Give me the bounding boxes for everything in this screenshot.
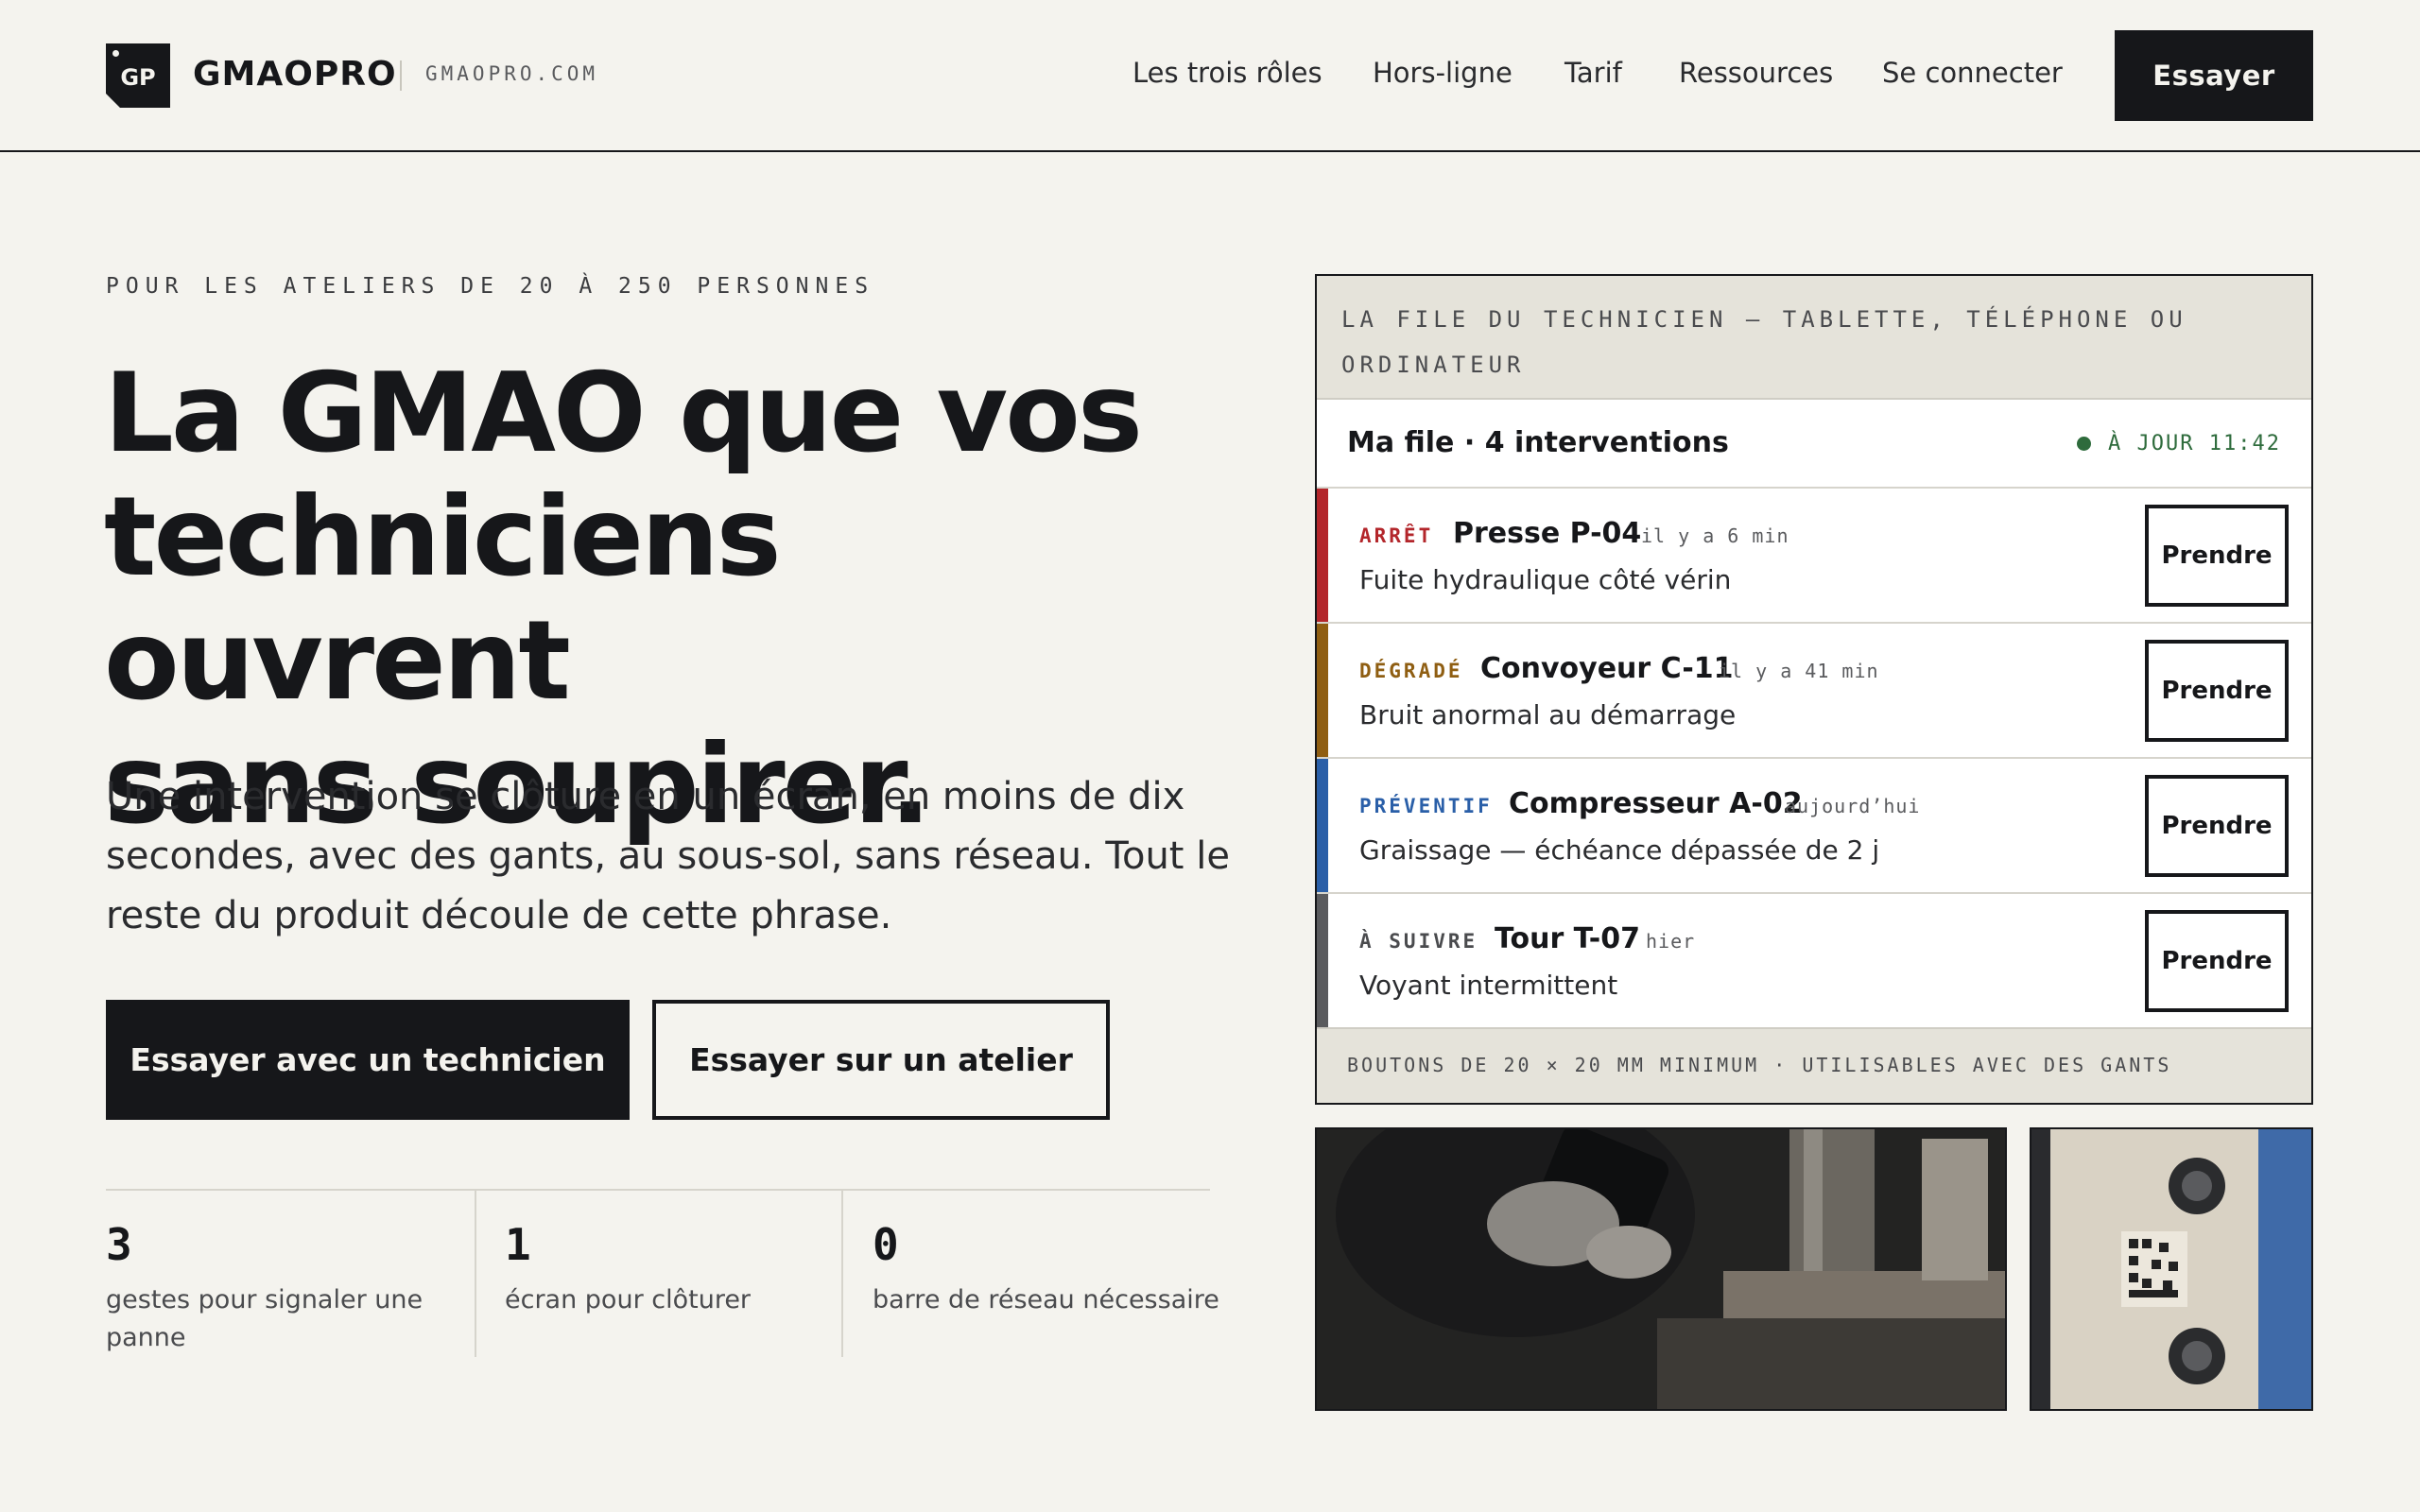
stats-rule <box>106 1189 1210 1191</box>
job-time: il y a 6 min <box>1641 524 1789 547</box>
nav-link-login[interactable]: Se connecter <box>1882 57 2063 89</box>
priority-tag: DÉGRADÉ <box>1359 660 1463 682</box>
priority-tag: ARRÊT <box>1359 524 1434 547</box>
stat-label: gestes pour signaler une panne <box>106 1285 424 1352</box>
logo-dot <box>112 50 119 57</box>
stat-divider <box>475 1191 476 1357</box>
technician-tablet-photo <box>1315 1127 2007 1411</box>
stat-value: 0 <box>873 1219 899 1270</box>
try-with-technician-button[interactable]: Essayer avec un technicien <box>106 1000 630 1120</box>
queue-title-row: Ma file · 4 interventions À JOUR 11:42 <box>1317 400 2311 489</box>
queue-item[interactable]: ARRÊT Presse P-04 il y a 6 min Fuite hyd… <box>1317 489 2311 624</box>
stat-label: barre de réseau nécessaire <box>873 1285 1219 1314</box>
stat-gestures: 3 gestes pour signaler une panne <box>106 1219 446 1357</box>
queue-item[interactable]: PRÉVENTIF Compresseur A-02 aujourd’hui G… <box>1317 759 2311 894</box>
queue-item[interactable]: À SUIVRE Tour T-07 hier Voyant intermitt… <box>1317 894 2311 1029</box>
sync-dot-icon <box>2077 437 2092 451</box>
queue-title: Ma file · 4 interventions <box>1347 426 1729 459</box>
take-job-button[interactable]: Prendre <box>2145 505 2289 607</box>
job-time: hier <box>1646 930 1696 953</box>
take-job-button[interactable]: Prendre <box>2145 775 2289 877</box>
job-description: Bruit anormal au démarrage <box>1359 699 1737 730</box>
stat-value: 1 <box>505 1219 531 1270</box>
logo-mark[interactable]: GP <box>106 43 170 108</box>
take-job-button[interactable]: Prendre <box>2145 640 2289 742</box>
asset-datamatrix-photo <box>2030 1127 2313 1411</box>
asset-tag-illustration <box>2031 1129 2311 1409</box>
stat-network: 0 barre de réseau nécessaire <box>873 1219 1222 1319</box>
priority-tag: PRÉVENTIF <box>1359 795 1493 817</box>
stat-screens: 1 écran pour clôturer <box>505 1219 817 1319</box>
sync-status: À JOUR 11:42 <box>2077 432 2281 455</box>
technician-queue-panel: LA FILE DU TECHNICIEN — TABLETTE, TÉLÉPH… <box>1315 274 2313 1105</box>
machine-name: Tour T-07 <box>1495 922 1640 955</box>
hero-subtitle: Une intervention se clôture en un écran,… <box>106 775 1230 937</box>
priority-bar <box>1317 759 1328 892</box>
queue-panel-footer: BOUTONS DE 20 × 20 MM MINIMUM · UTILISAB… <box>1317 1027 2311 1103</box>
nav-link-resources[interactable]: Ressources <box>1679 57 1833 89</box>
stat-divider <box>841 1191 843 1357</box>
brand-name[interactable]: GMAOPRO <box>193 55 397 94</box>
job-time: il y a 41 min <box>1719 660 1879 682</box>
nav-link-roles[interactable]: Les trois rôles <box>1132 57 1322 89</box>
site-header: GP GMAOPRO GMAOPRO.COM Les trois rôles H… <box>0 0 2420 152</box>
nav-link-pricing[interactable]: Tarif <box>1564 57 1622 89</box>
machine-name: Compresseur A-02 <box>1509 787 1803 820</box>
header-try-button[interactable]: Essayer <box>2115 30 2313 121</box>
job-description: Voyant intermittent <box>1359 970 1618 1001</box>
hero-eyebrow: POUR LES ATELIERS DE 20 À 250 PERSONNES <box>106 274 875 299</box>
job-description: Fuite hydraulique côté vérin <box>1359 564 1732 595</box>
priority-bar <box>1317 489 1328 622</box>
stat-label: écran pour clôturer <box>505 1285 752 1314</box>
hero-title-line-2: techniciens ouvrent <box>104 473 782 725</box>
sync-status-text: À JOUR 11:42 <box>2108 432 2281 455</box>
hero-title-line-1: La GMAO que vos <box>104 350 1143 477</box>
priority-tag: À SUIVRE <box>1359 930 1478 953</box>
technician-tablet-illustration <box>1317 1129 2005 1409</box>
job-description: Graissage — échéance dépassée de 2 j <box>1359 834 1880 866</box>
stat-value: 3 <box>106 1219 132 1270</box>
machine-name: Convoyeur C-11 <box>1480 652 1734 685</box>
try-on-workshop-button[interactable]: Essayer sur un atelier <box>652 1000 1110 1120</box>
queue-panel-header: LA FILE DU TECHNICIEN — TABLETTE, TÉLÉPH… <box>1317 276 2311 400</box>
take-job-button[interactable]: Prendre <box>2145 910 2289 1012</box>
priority-bar <box>1317 894 1328 1029</box>
queue-item[interactable]: DÉGRADÉ Convoyeur C-11 il y a 41 min Bru… <box>1317 624 2311 759</box>
machine-name: Presse P-04 <box>1453 517 1642 550</box>
job-time: aujourd’hui <box>1785 795 1921 817</box>
brand-domain: GMAOPRO.COM <box>425 62 599 85</box>
priority-bar <box>1317 624 1328 757</box>
logo-initials: GP <box>120 64 156 91</box>
nav-link-offline[interactable]: Hors-ligne <box>1373 57 1512 89</box>
brand-divider <box>400 60 402 91</box>
